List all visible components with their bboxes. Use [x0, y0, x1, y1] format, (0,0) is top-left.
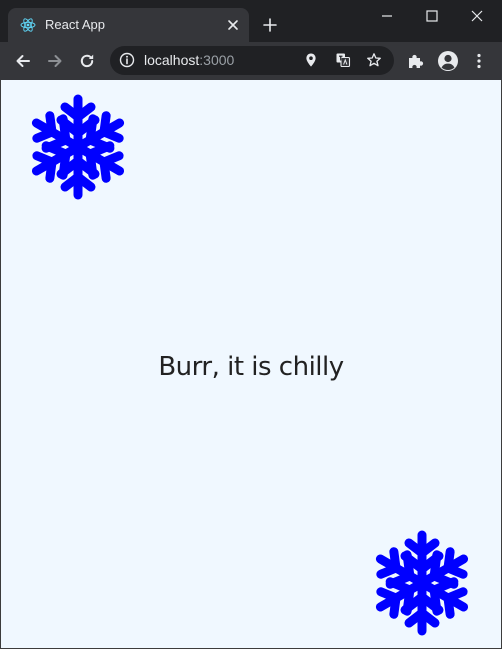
extensions-puzzle-icon[interactable] — [406, 52, 424, 70]
new-tab-plus-icon[interactable] — [262, 17, 278, 33]
title-bar: React App — [0, 0, 502, 42]
back-arrow-icon[interactable] — [14, 52, 32, 70]
react-logo-icon — [20, 18, 36, 32]
window-close-icon[interactable] — [469, 8, 485, 24]
browser-menu-kebab-icon[interactable] — [470, 52, 488, 70]
page-viewport: Burr, it is chilly — [0, 80, 502, 649]
url-port: :3000 — [199, 52, 235, 68]
address-bar[interactable]: localhost:3000 — [110, 46, 394, 75]
maximize-icon[interactable] — [424, 8, 440, 24]
location-pin-icon[interactable] — [303, 52, 319, 68]
forward-arrow-icon[interactable] — [46, 52, 64, 70]
page-heading: Burr, it is chilly — [158, 352, 344, 382]
browser-tab-active[interactable]: React App — [8, 8, 249, 42]
reload-icon[interactable] — [78, 52, 96, 70]
minimize-icon[interactable] — [379, 8, 395, 24]
url-host: localhost — [144, 52, 200, 68]
snowflake-icon — [28, 94, 128, 203]
snowflake-icon — [372, 527, 472, 639]
tab-close-icon[interactable] — [225, 17, 241, 33]
site-info-icon[interactable] — [119, 52, 135, 68]
translate-icon[interactable] — [335, 52, 351, 68]
url-text[interactable]: localhost:3000 — [144, 52, 234, 69]
profile-avatar-icon[interactable] — [437, 50, 459, 72]
bookmark-star-icon[interactable] — [366, 52, 382, 68]
tab-title: React App — [45, 17, 105, 32]
browser-toolbar: localhost:3000 — [0, 42, 502, 80]
